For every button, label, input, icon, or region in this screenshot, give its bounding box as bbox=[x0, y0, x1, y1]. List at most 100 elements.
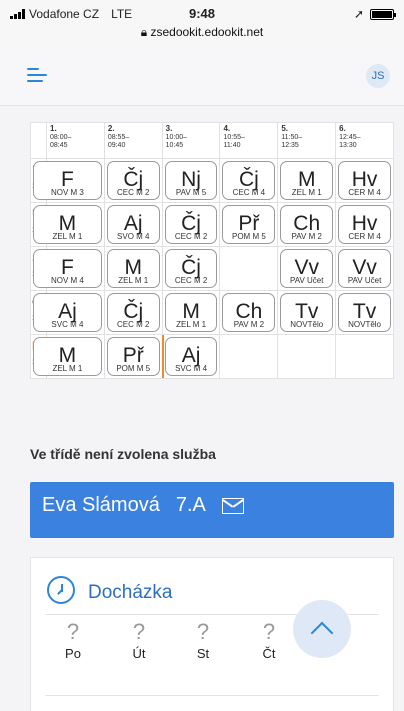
lesson-card[interactable]: Ch PAV M 2 bbox=[222, 293, 276, 332]
lesson-cell: Čj CEC M 4 bbox=[219, 158, 279, 203]
lesson-card[interactable]: Čj CEC M 2 bbox=[164, 205, 218, 244]
lesson-card[interactable]: Př POM M 5 bbox=[106, 337, 160, 376]
student-banner[interactable]: Eva Slámová 7.A bbox=[30, 482, 394, 538]
lesson-info: PAV M 5 bbox=[175, 188, 207, 197]
day-row: Pá16.MZEL M 1PřPOM M 5AjSVC M 4 bbox=[30, 334, 394, 379]
lesson-card[interactable]: Hv CER M 4 bbox=[338, 161, 391, 200]
day-row: Čt15.AjSVC M 4ČjCEC M 2MZEL M 1ChPAV M 2… bbox=[30, 290, 394, 335]
lesson-card[interactable]: M ZEL M 1 bbox=[33, 337, 102, 376]
lesson-cell: F NOV M 4 bbox=[33, 246, 105, 291]
lesson-card[interactable]: Tv NOVTělo bbox=[280, 293, 334, 332]
lesson-cell: Ch PAV M 2 bbox=[219, 290, 279, 335]
chevron-up-icon bbox=[310, 621, 334, 645]
lesson-card[interactable]: Čj CEC M 4 bbox=[222, 161, 276, 200]
lesson-cell: Čj CEC M 2 bbox=[103, 290, 163, 335]
lesson-cell: M ZEL M 1 bbox=[33, 334, 105, 379]
attendance-mark: ? bbox=[132, 619, 146, 644]
lesson-card[interactable]: Aj SVC M 4 bbox=[164, 337, 218, 376]
scroll-top-button[interactable] bbox=[293, 600, 351, 658]
lesson-cell: Hv CER M 4 bbox=[335, 202, 394, 247]
lesson-cell: Vv PAV Učet bbox=[335, 246, 394, 291]
lesson-card[interactable]: F NOV M 3 bbox=[33, 161, 102, 200]
mail-icon[interactable] bbox=[221, 498, 244, 514]
lesson-info: SVO M 4 bbox=[117, 232, 150, 241]
battery-icon bbox=[370, 8, 396, 20]
lesson-info: SVC M 4 bbox=[175, 364, 208, 373]
attendance-day[interactable]: ? Út bbox=[119, 619, 159, 662]
attendance-day-label: Út bbox=[132, 646, 146, 661]
lesson-cell: F NOV M 3 bbox=[33, 158, 105, 203]
lesson-card[interactable]: Ch PAV M 2 bbox=[280, 205, 334, 244]
lesson-info: CER M 4 bbox=[348, 232, 381, 241]
attendance-mark: ? bbox=[262, 619, 276, 644]
lesson-card[interactable]: M ZEL M 1 bbox=[280, 161, 334, 200]
student-class: 7.A bbox=[175, 494, 206, 516]
day-row: St14.FNOV M 4MZEL M 1ČjCEC M 2VvPAV Učet… bbox=[30, 246, 394, 291]
student-name: Eva Slámová bbox=[42, 494, 160, 516]
lesson-cell: M ZEL M 1 bbox=[277, 158, 337, 203]
lesson-card[interactable]: M ZEL M 1 bbox=[33, 205, 102, 244]
attendance-day[interactable]: ? Čt bbox=[249, 619, 289, 662]
lesson-card[interactable]: Př POM M 5 bbox=[222, 205, 276, 244]
timetable-corner bbox=[30, 122, 47, 159]
lesson-cell: Nj PAV M 5 bbox=[161, 158, 221, 203]
lesson-card[interactable]: Čj CEC M 2 bbox=[164, 249, 218, 288]
lesson-info: ZEL M 1 bbox=[52, 364, 83, 373]
lesson-info: ZEL M 1 bbox=[176, 320, 207, 329]
lesson-card[interactable]: Vv PAV Učet bbox=[338, 249, 391, 288]
url-text: zsedookit.edookit.net bbox=[150, 25, 264, 39]
service-note: Ve třídě není zvolena služba bbox=[30, 446, 216, 462]
lesson-cell: Př POM M 5 bbox=[219, 202, 279, 247]
attendance-day-label: Čt bbox=[262, 646, 276, 661]
lesson-card[interactable]: Tv NOVTělo bbox=[338, 293, 391, 332]
lesson-cell: M ZEL M 1 bbox=[33, 202, 105, 247]
lesson-card[interactable]: Aj SVO M 4 bbox=[106, 205, 160, 244]
lesson-card[interactable]: Aj SVC M 4 bbox=[33, 293, 102, 332]
app-header: JS bbox=[0, 44, 404, 106]
lesson-info: PAV M 2 bbox=[291, 232, 322, 241]
clock-icon bbox=[47, 576, 75, 604]
lesson-info: CEC M 4 bbox=[232, 188, 266, 197]
lesson-card[interactable]: Hv CER M 4 bbox=[338, 205, 391, 244]
lesson-info: PAV Učet bbox=[347, 276, 382, 285]
period-header: 4. 10:55– 11:40 bbox=[219, 122, 279, 159]
lesson-card[interactable]: F NOV M 4 bbox=[33, 249, 102, 288]
lesson-info: POM M 5 bbox=[116, 364, 151, 373]
attendance-title[interactable]: Docházka bbox=[88, 582, 173, 604]
lesson-cell: Tv NOVTělo bbox=[335, 290, 394, 335]
attendance-mark: ? bbox=[196, 619, 210, 644]
lesson-card[interactable]: M ZEL M 1 bbox=[106, 249, 160, 288]
timetable: 1. 08:00– 08:45 2. 08:55– 09:40 3. 10:00– 10:45 4… bbox=[30, 122, 394, 379]
attendance-day[interactable]: ? St bbox=[183, 619, 223, 662]
lesson-info: CEC M 2 bbox=[174, 232, 208, 241]
lesson-card[interactable]: Nj PAV M 5 bbox=[164, 161, 218, 200]
lesson-cell: Aj SVC M 4 bbox=[33, 290, 105, 335]
lesson-info: NOV M 3 bbox=[50, 188, 84, 197]
lesson-cell bbox=[335, 334, 394, 379]
attendance-mark: ? bbox=[66, 619, 80, 644]
attendance-day-label: St bbox=[196, 646, 210, 661]
lesson-card[interactable]: Vv PAV Učet bbox=[280, 249, 334, 288]
divider bbox=[45, 695, 379, 696]
menu-icon[interactable] bbox=[27, 68, 47, 82]
lesson-card[interactable]: M ZEL M 1 bbox=[164, 293, 218, 332]
lesson-cell bbox=[219, 334, 279, 379]
lesson-card[interactable]: Čj CEC M 2 bbox=[106, 161, 160, 200]
lesson-info: ZEL M 1 bbox=[52, 232, 83, 241]
lesson-card[interactable]: Čj CEC M 2 bbox=[106, 293, 160, 332]
lesson-cell: Ch PAV M 2 bbox=[277, 202, 337, 247]
lesson-info: NOVTělo bbox=[348, 320, 382, 329]
avatar[interactable]: JS bbox=[366, 64, 390, 88]
lesson-cell: Čj CEC M 2 bbox=[161, 202, 221, 247]
url-bar[interactable]: 🔒︎ zsedookit.edookit.net bbox=[0, 25, 404, 40]
lesson-cell: Aj SVC M 4 bbox=[161, 334, 221, 379]
day-row: Po12.FNOV M 3ČjCEC M 2NjPAV M 5ČjCEC M 4… bbox=[30, 158, 394, 203]
lesson-info: PAV Učet bbox=[289, 276, 324, 285]
lesson-info: CER M 4 bbox=[348, 188, 381, 197]
lesson-cell: M ZEL M 1 bbox=[161, 290, 221, 335]
clock-time: 9:48 bbox=[188, 6, 216, 21]
attendance-day[interactable]: ? Po bbox=[53, 619, 93, 662]
lesson-info: POM M 5 bbox=[232, 232, 266, 241]
status-bar: Vodafone CZ LTE 9:48 🔒︎ zsedookit.edooki… bbox=[0, 0, 404, 44]
lesson-cell: Čj CEC M 2 bbox=[161, 246, 221, 291]
